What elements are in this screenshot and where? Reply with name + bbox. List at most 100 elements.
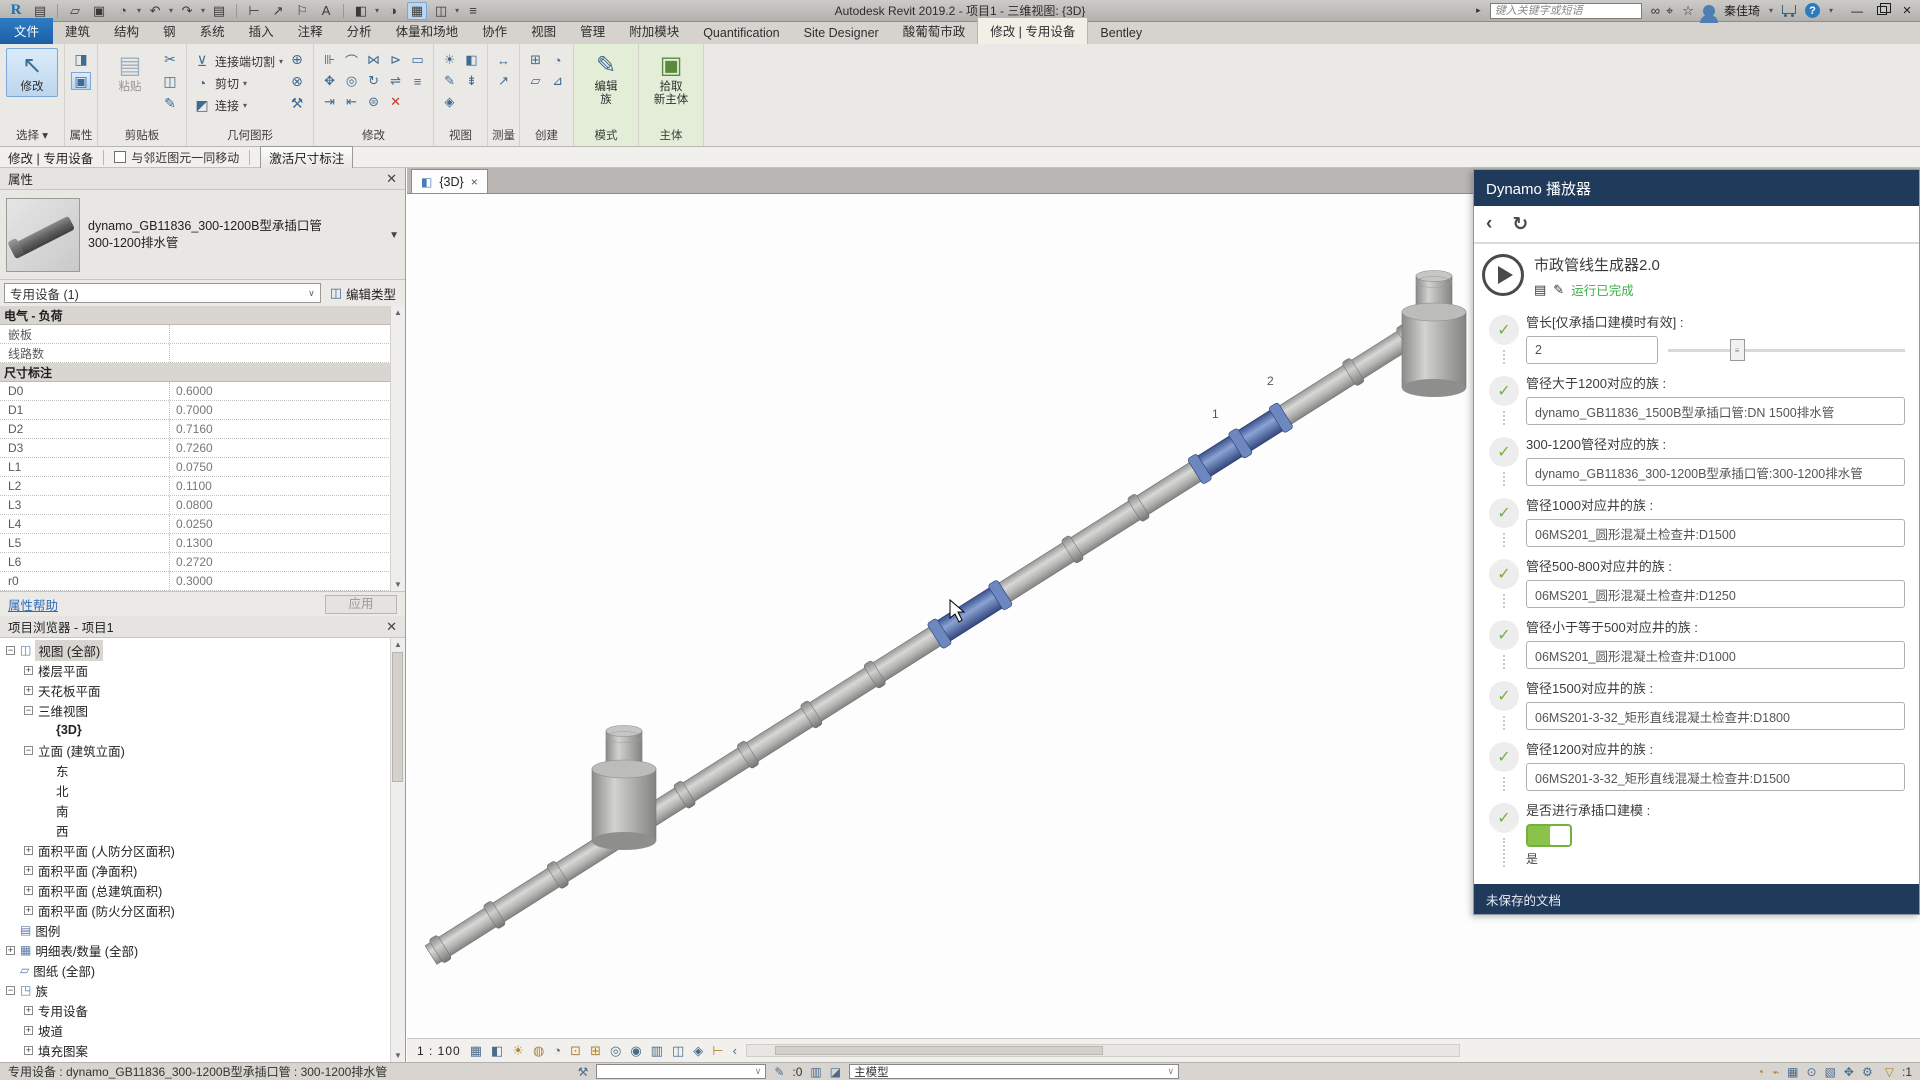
tree-item[interactable]: −◳族 [0,980,405,1000]
sun-path-icon[interactable]: ☀ [512,1043,524,1059]
tree-item[interactable]: 东 [0,760,405,780]
ribbon-tool-icon[interactable]: ⇤ [342,93,361,111]
run-script-button[interactable] [1482,254,1524,296]
slider[interactable]: ≡ [1668,339,1905,361]
view-properties-icon[interactable]: ▥ [651,1043,663,1059]
view-tab-3d[interactable]: ◧ {3D} × [411,169,488,193]
ribbon-tab-6[interactable]: 注释 [286,18,335,44]
tree-item[interactable]: +楼层平面 [0,660,405,680]
type-selector[interactable]: dynamo_GB11836_300-1200B型承插口管 300-1200排水… [0,190,405,280]
tree-expand-icon[interactable]: + [24,1026,33,1035]
tree-item[interactable]: +天花板平面 [0,680,405,700]
ribbon-tab-13[interactable]: Quantification [691,23,791,44]
undo-icon[interactable]: ↶ [145,2,165,20]
customize-qat-icon[interactable]: ≡ [463,2,483,20]
ribbon-panel-label[interactable]: 剪贴板 [98,129,186,146]
ribbon-bigbutton[interactable]: ▤粘贴 [104,48,156,97]
crop-region-icon[interactable]: ⊞ [590,1043,601,1059]
number-input[interactable]: 2 [1526,336,1658,364]
ribbon-tool-icon[interactable]: ▱ [526,72,545,90]
ribbon-tool-row[interactable]: ⊻连接端切割▾ [193,51,283,71]
ribbon-bigbutton[interactable]: ▣拾取新主体 [645,48,697,110]
hide-isolate-icon[interactable]: ◎ [610,1043,621,1059]
exclude-options-icon[interactable]: ◪ [830,1065,841,1079]
select-underlay-icon[interactable]: ▦ [1787,1065,1798,1079]
displaced-elements-icon[interactable]: ◈ [693,1043,703,1059]
ribbon-panel-label[interactable]: 选择 ▾ [0,129,64,146]
section-icon[interactable]: ◑ [383,2,403,20]
ribbon-tab-1[interactable]: 建筑 [53,18,102,44]
text-icon[interactable]: A [316,2,336,20]
ribbon-panel-label[interactable]: 创建 [520,129,573,146]
category-select[interactable]: 专用设备 (1) ∨ [4,283,321,303]
ribbon-tab-3[interactable]: 钢 [151,18,188,44]
background-processes-icon[interactable]: ◔ [1757,1065,1764,1079]
ribbon-tool-icon[interactable]: ☀ [440,51,459,69]
thin-lines-icon[interactable]: ▦ [407,2,427,20]
measure-icon[interactable]: ⊢ [244,2,264,20]
ribbon-tool-icon[interactable]: ⚒ [287,94,307,112]
minimize-button[interactable]: — [1850,4,1864,18]
tree-item[interactable]: +▦明细表/数量 (全部) [0,940,405,960]
ribbon-tool-icon[interactable]: ◈ [440,93,459,111]
ribbon-tool-arrow-icon[interactable]: ▾ [279,57,283,66]
tree-item[interactable]: ▱图纸 (全部) [0,960,405,980]
ribbon-bigbutton[interactable]: ↖修改 [6,48,58,97]
tree-item[interactable]: 南 [0,800,405,820]
reveal-hidden-icon[interactable]: ◉ [630,1043,641,1059]
reveal-constraints-icon[interactable]: ⊢ [712,1043,723,1059]
back-icon[interactable]: ‹ [1486,213,1492,235]
tree-expand-icon[interactable]: − [24,746,33,755]
property-value[interactable]: 0.0800 [170,498,405,512]
ribbon-tool-icon[interactable]: ↻ [364,72,383,90]
ribbon-tool-icon[interactable]: ▭ [408,51,427,69]
ribbon-tool-arrow-icon[interactable]: ▾ [243,101,247,110]
ribbon-tool-icon[interactable]: ⊿ [548,72,567,90]
close-button[interactable]: × [1900,2,1914,19]
ribbon-tool-icon[interactable]: ⊕ [287,50,307,68]
active-workset-select[interactable]: ∨ [596,1064,766,1079]
save-icon[interactable]: ▣ [89,2,109,20]
property-value[interactable]: 0.1100 [170,479,405,493]
tree-expand-icon[interactable]: + [24,1046,33,1055]
ribbon-tab-8[interactable]: 体量和场地 [384,18,471,44]
ribbon-tool-row[interactable]: ◩连接▾ [193,95,283,115]
ribbon-tool-icon[interactable]: ▣ [71,72,91,90]
property-value[interactable]: 0.7000 [170,403,405,417]
tree-expand-icon[interactable]: + [6,946,15,955]
ribbon-tab-9[interactable]: 协作 [470,18,519,44]
project-browser-close-icon[interactable]: ✕ [386,619,397,635]
drag-elements-icon[interactable]: ✥ [1844,1065,1854,1079]
tree-item[interactable]: −三维视图 [0,700,405,720]
design-option-select[interactable]: 主模型 ∨ [849,1064,1179,1079]
ribbon-tab-10[interactable]: 视图 [519,18,568,44]
ribbon-tool-icon[interactable]: ⋈ [364,51,383,69]
tag-icon[interactable]: ⚐ [292,2,312,20]
property-value[interactable]: 0.6000 [170,384,405,398]
ribbon-panel-label[interactable]: 视图 [434,129,487,146]
tree-item[interactable]: −◫视图 (全部) [0,640,405,660]
spinner-icon[interactable]: ⚙ [1862,1065,1873,1079]
select-by-face-icon[interactable]: ▧ [1825,1065,1836,1079]
ribbon-tab-12[interactable]: 附加模块 [617,18,691,44]
ribbon-tool-icon[interactable]: ⌒ [342,51,361,69]
apply-button[interactable]: 应用 [325,595,397,614]
user-menu-arrow-icon[interactable]: ▾ [1769,6,1773,15]
filter-icon[interactable]: ▽ [1885,1065,1894,1079]
ribbon-tab-14[interactable]: Site Designer [792,23,891,44]
edit-type-button[interactable]: ◫ 编辑类型 [325,282,401,305]
select-links-icon[interactable]: ⌁ [1772,1065,1779,1079]
family-input[interactable]: 06MS201_圆形混凝土检查井:D1250 [1526,580,1905,608]
restore-button[interactable] [1877,6,1887,15]
move-with-nearby-checkbox[interactable]: 与邻近图元一同移动 [114,149,239,166]
property-value[interactable]: 0.0750 [170,460,405,474]
tree-item[interactable]: −立面 (建筑立面) [0,740,405,760]
user-avatar-icon[interactable] [1703,5,1715,17]
tree-expand-icon[interactable]: + [24,666,33,675]
view-scale[interactable]: 1 : 100 [417,1044,461,1058]
redo-icon[interactable]: ↷ [177,2,197,20]
ribbon-tool-icon[interactable]: ⇟ [462,72,481,90]
ribbon-tool-icon[interactable]: ✥ [320,72,339,90]
family-input[interactable]: 06MS201-3-32_矩形直线混凝土检查井:D1800 [1526,702,1905,730]
communication-center-icon[interactable]: ⌖ [1666,3,1673,19]
